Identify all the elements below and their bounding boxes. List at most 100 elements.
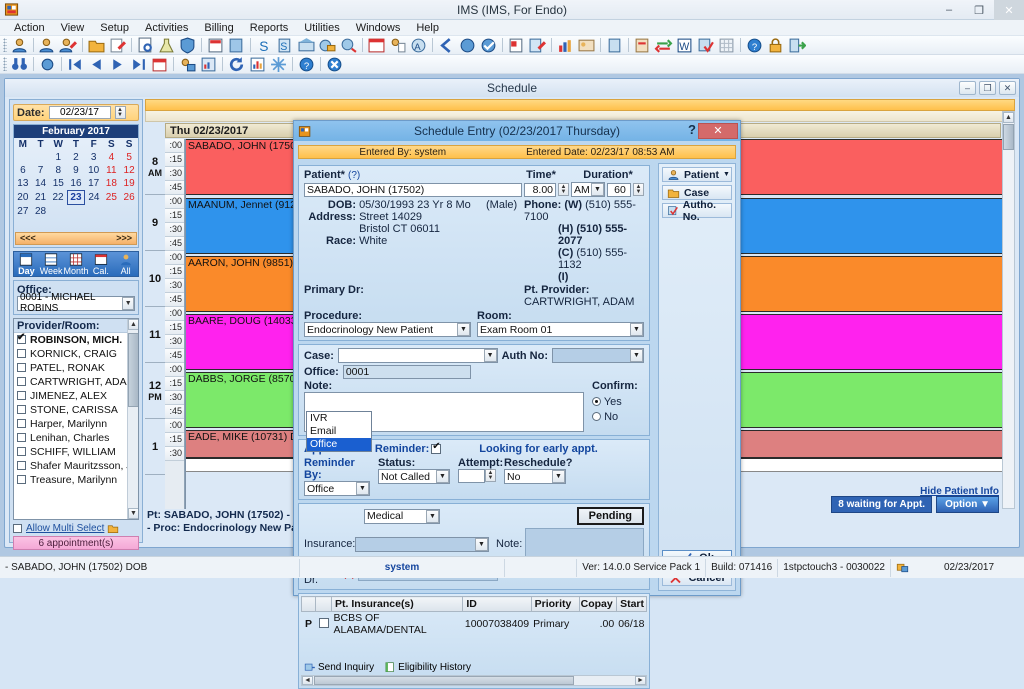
edit-patient-icon[interactable] <box>59 37 78 54</box>
calendar-day[interactable] <box>14 151 32 164</box>
time-input[interactable]: 8.00 <box>524 182 556 197</box>
status-network-icon[interactable] <box>896 562 909 574</box>
allow-multi-select-checkbox[interactable] <box>13 523 22 533</box>
chevron-down-icon[interactable]: ▼ <box>475 537 488 551</box>
provider-checkbox[interactable] <box>17 405 26 414</box>
calendar-day[interactable]: 19 <box>120 177 138 191</box>
calendar-day[interactable]: 13 <box>14 177 32 191</box>
payment-icon[interactable] <box>318 37 337 54</box>
case-select[interactable]: ▼ <box>337 348 498 363</box>
waiting-for-appointment-button[interactable]: 8 waiting for Appt. <box>831 496 933 513</box>
last-record-icon[interactable] <box>129 56 148 73</box>
schedule-grid-icon[interactable] <box>367 37 386 54</box>
calendar-day[interactable] <box>14 218 32 230</box>
date-input[interactable]: 02/23/17 <box>48 106 111 119</box>
time-spinner[interactable]: ▲ ▼ <box>558 183 569 196</box>
quarter-cell[interactable]: :45 <box>165 349 184 363</box>
dropdown-option-office[interactable]: Office <box>307 438 371 451</box>
quarter-cell[interactable]: :30 <box>165 391 184 405</box>
provider-checkbox[interactable] <box>17 419 26 428</box>
chevron-down-icon[interactable]: ▼ <box>356 482 369 495</box>
patient-button[interactable]: Patient ▼ <box>662 167 732 182</box>
report-icon[interactable] <box>507 37 526 54</box>
calendar-day[interactable]: 2 <box>67 151 85 164</box>
provider-row[interactable]: ROBINSON, MICH. <box>14 333 138 347</box>
provider-list-scrollbar[interactable]: ▲ ▼ <box>127 318 138 519</box>
chevron-down-icon[interactable]: ▼ <box>457 323 470 336</box>
calendar-day[interactable]: 4 <box>103 151 121 164</box>
currency-icon[interactable]: S <box>255 37 274 54</box>
maximize-button[interactable]: ❐ <box>964 0 994 20</box>
calendar-day[interactable]: 21 <box>32 191 50 205</box>
attempt-input[interactable] <box>458 469 485 483</box>
payment-out-icon[interactable] <box>339 37 358 54</box>
exit-icon[interactable] <box>787 37 806 54</box>
open-folder-icon[interactable] <box>87 37 106 54</box>
menu-item-help[interactable]: Help <box>408 20 447 36</box>
schedule-a-icon[interactable]: A <box>409 37 428 54</box>
provider-row[interactable]: Treasure, Marilynn <box>14 473 138 487</box>
edit-note-icon[interactable] <box>108 37 127 54</box>
calendar-day[interactable] <box>67 205 85 218</box>
quarter-cell[interactable]: :15 <box>165 209 184 223</box>
provider-checkbox[interactable] <box>17 363 26 372</box>
send-inquiry-link[interactable]: Send Inquiry <box>318 662 374 673</box>
chevron-down-icon[interactable]: ▼ <box>122 296 134 310</box>
quarter-cell[interactable]: :15 <box>165 265 184 279</box>
attempt-spinner[interactable]: ▲ ▼ <box>485 469 496 482</box>
calendar-day[interactable]: 24 <box>85 191 103 205</box>
abc-document-icon[interactable] <box>206 37 225 54</box>
provider-checkbox[interactable] <box>17 333 26 344</box>
duration-input[interactable]: 60 <box>607 182 631 197</box>
calendar-day[interactable]: 15 <box>49 177 67 191</box>
appointment-reminder-checkbox[interactable] <box>431 441 442 454</box>
schedule-vertical-scrollbar[interactable]: ▲ <box>1002 111 1015 509</box>
calendar-day[interactable]: 12 <box>120 164 138 177</box>
provider-row[interactable]: PATEL, RONAK <box>14 361 138 375</box>
dialog-close-button[interactable]: ✕ <box>698 123 738 139</box>
confirm-yes-radio[interactable] <box>592 397 601 406</box>
menu-item-setup[interactable]: Setup <box>92 20 137 36</box>
chevron-down-icon[interactable]: ▼ <box>436 470 449 483</box>
menu-item-billing[interactable]: Billing <box>196 20 241 36</box>
chevron-down-icon[interactable]: ▼ <box>483 349 497 362</box>
calendar-day[interactable] <box>85 205 103 218</box>
ledger-icon[interactable] <box>633 37 652 54</box>
dialog-help-button[interactable]: ? <box>688 122 696 137</box>
option-button[interactable]: Option ▼ <box>936 496 999 513</box>
dropdown-option-email[interactable]: Email <box>307 425 371 438</box>
calendar-day[interactable]: 1 <box>49 151 67 164</box>
chevron-down-icon[interactable]: ▼ <box>630 323 643 336</box>
calendar-day[interactable]: 9 <box>67 164 85 177</box>
provider-row[interactable]: JIMENEZ, ALEX <box>14 389 138 403</box>
calendar-day[interactable]: 28 <box>32 205 50 218</box>
pending-button[interactable]: Pending <box>576 507 644 525</box>
tab-calendar-view[interactable]: Cal. <box>89 252 114 276</box>
calendar-day[interactable] <box>120 218 138 230</box>
tab-day-view[interactable]: Day <box>14 252 39 276</box>
quarter-cell[interactable]: :30 <box>165 335 184 349</box>
globe-icon[interactable] <box>458 37 477 54</box>
user-settings-icon[interactable] <box>178 56 197 73</box>
quarter-cell[interactable]: :15 <box>165 377 184 391</box>
help-circle-icon[interactable]: ? <box>297 56 316 73</box>
patient-help-hint[interactable]: (?) <box>348 170 360 181</box>
calendar-day[interactable]: 5 <box>120 151 138 164</box>
quarter-cell[interactable]: :45 <box>165 405 184 419</box>
menu-item-windows[interactable]: Windows <box>348 20 409 36</box>
clipboard-icon[interactable] <box>605 37 624 54</box>
calendar-day[interactable]: 27 <box>14 205 32 218</box>
quarter-cell[interactable]: :45 <box>165 237 184 251</box>
schedule-minimize-button[interactable]: – <box>959 81 976 95</box>
spreadsheet-icon[interactable] <box>717 37 736 54</box>
calendar-day[interactable]: 10 <box>85 164 103 177</box>
chart-report-icon[interactable] <box>248 56 267 73</box>
calendar-day[interactable]: 7 <box>32 164 50 177</box>
patient-icon[interactable] <box>10 37 29 54</box>
quarter-cell[interactable]: :30 <box>165 279 184 293</box>
calendar-day[interactable]: 22 <box>49 191 67 205</box>
quarter-cell[interactable]: :30 <box>165 167 184 181</box>
previous-record-icon[interactable] <box>87 56 106 73</box>
calendar-day[interactable] <box>32 151 50 164</box>
quarter-cell[interactable]: :15 <box>165 153 184 167</box>
